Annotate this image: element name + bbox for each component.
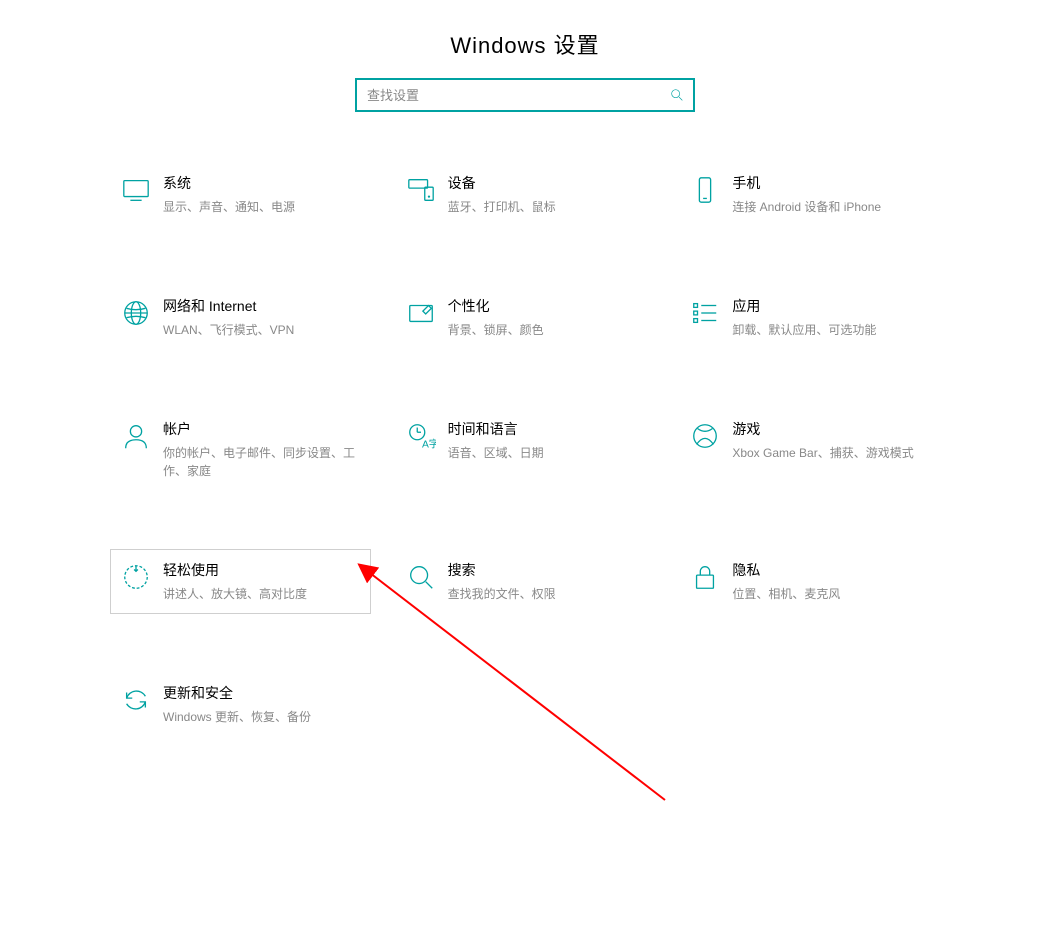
settings-grid: 系统 显示、声音、通知、电源 设备 蓝牙、打印机、鼠标 手机 连接 Androi… [110,162,940,737]
svg-text:A字: A字 [422,437,436,450]
search-box[interactable] [355,78,695,112]
tile-title: 轻松使用 [163,560,358,580]
tile-update-security[interactable]: 更新和安全 Windows 更新、恢复、备份 [110,672,371,737]
tile-search[interactable]: 搜索 查找我的文件、权限 [395,549,656,614]
tile-title: 网络和 Internet [163,296,358,316]
tile-devices[interactable]: 设备 蓝牙、打印机、鼠标 [395,162,656,227]
tile-title: 系统 [163,173,358,193]
tile-title: 设备 [448,173,643,193]
tile-time-language[interactable]: A字 时间和语言 语音、区域、日期 [395,408,656,491]
devices-icon [404,173,448,205]
tile-title: 游戏 [732,419,927,439]
tile-desc: WLAN、飞行模式、VPN [163,321,358,339]
tile-desc: 查找我的文件、权限 [448,585,643,603]
tile-desc: 位置、相机、麦克风 [732,585,927,603]
tile-title: 搜索 [448,560,643,580]
globe-icon [119,296,163,328]
phone-icon [688,173,732,205]
tile-system[interactable]: 系统 显示、声音、通知、电源 [110,162,371,227]
apps-icon [688,296,732,328]
page-title: Windows 设置 [0,0,1050,78]
search-container [0,78,1050,112]
ease-of-access-icon [119,560,163,592]
search-input[interactable] [367,88,669,103]
tile-title: 时间和语言 [448,419,643,439]
tile-desc: 蓝牙、打印机、鼠标 [448,198,643,216]
tile-apps[interactable]: 应用 卸载、默认应用、可选功能 [679,285,940,350]
tile-desc: 显示、声音、通知、电源 [163,198,358,216]
tile-title: 个性化 [448,296,643,316]
tile-title: 帐户 [163,419,358,439]
tile-title: 手机 [732,173,927,193]
time-lang-icon: A字 [404,419,448,451]
xbox-icon [688,419,732,451]
tile-desc: Xbox Game Bar、捕获、游戏模式 [732,444,927,462]
tile-desc: Windows 更新、恢复、备份 [163,708,358,726]
tile-ease-of-access[interactable]: 轻松使用 讲述人、放大镜、高对比度 [110,549,371,614]
tile-personalization[interactable]: 个性化 背景、锁屏、颜色 [395,285,656,350]
magnifier-icon [404,560,448,592]
tile-desc: 卸载、默认应用、可选功能 [732,321,927,339]
tile-desc: 连接 Android 设备和 iPhone [732,198,927,216]
tile-desc: 讲述人、放大镜、高对比度 [163,585,358,603]
tile-title: 隐私 [732,560,927,580]
display-icon [119,173,163,205]
tile-network[interactable]: 网络和 Internet WLAN、飞行模式、VPN [110,285,371,350]
sync-icon [119,683,163,715]
tile-accounts[interactable]: 帐户 你的帐户、电子邮件、同步设置、工作、家庭 [110,408,371,491]
tile-title: 应用 [732,296,927,316]
tile-desc: 语音、区域、日期 [448,444,643,462]
paint-icon [404,296,448,328]
tile-gaming[interactable]: 游戏 Xbox Game Bar、捕获、游戏模式 [679,408,940,491]
tile-phone[interactable]: 手机 连接 Android 设备和 iPhone [679,162,940,227]
tile-privacy[interactable]: 隐私 位置、相机、麦克风 [679,549,940,614]
tile-desc: 你的帐户、电子邮件、同步设置、工作、家庭 [163,444,358,480]
lock-icon [688,560,732,592]
person-icon [119,419,163,451]
search-icon [669,87,685,103]
tile-desc: 背景、锁屏、颜色 [448,321,643,339]
tile-title: 更新和安全 [163,683,358,703]
